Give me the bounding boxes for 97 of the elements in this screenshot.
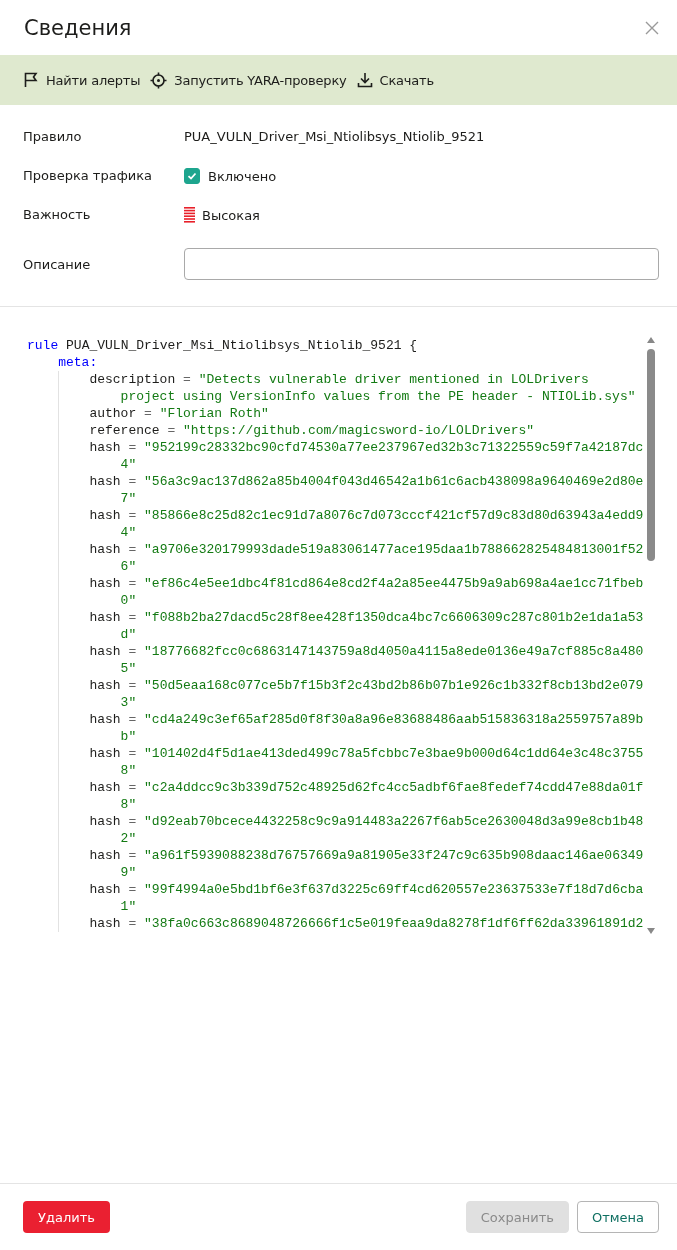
code-operator: = [144, 406, 152, 421]
code-operator: = [167, 423, 176, 438]
code-line: hash [89, 542, 121, 557]
code-line: hash [89, 848, 121, 863]
code-line: hash [89, 712, 121, 727]
code-line: reference [89, 423, 160, 438]
code-operator: = [183, 372, 191, 387]
scroll-down-icon[interactable] [647, 928, 655, 934]
code-operator: = [128, 780, 137, 795]
download-button[interactable]: Скачать [353, 68, 437, 92]
code-line: 7" [120, 491, 137, 506]
code-operator: = [128, 814, 137, 829]
check-icon [187, 171, 197, 181]
code-line: d" [120, 627, 137, 642]
delete-button[interactable]: Удалить [23, 1201, 110, 1233]
code-line: "cd4a249c3ef65af285d0f8f30a8a96e83688486aab515836318a2559757a89b [144, 712, 644, 727]
code-line: hash [89, 440, 121, 455]
code-line: "56a3c9ac137d862a85b4004f043d46542a1b61c6acb438098a9640469e2d80e [144, 474, 644, 489]
code-line: "https://github.com/magicsword-io/LOLDrivers" [183, 423, 535, 438]
checkbox[interactable] [184, 168, 200, 184]
code-line: description [89, 372, 176, 387]
field-label: Важность [23, 206, 92, 222]
code-line: hash [89, 610, 121, 625]
checkbox-label: Включено [208, 168, 277, 184]
code-operator: = [128, 644, 137, 659]
code-line: meta: [58, 355, 98, 370]
code-line: hash [89, 576, 121, 591]
code-line: 6" [120, 559, 137, 574]
code-line: 5" [120, 661, 137, 676]
code-operator: = [128, 678, 137, 693]
code-line: 4" [120, 457, 137, 472]
crosshair-icon [150, 71, 168, 89]
code-line: "38fa0c663c8689048726666f1c5e019feaa9da8278f1df6ff62da33961891d2 [144, 916, 644, 931]
run-check-button[interactable]: Запустить YARA-проверку [147, 67, 350, 93]
code-operator: = [128, 610, 137, 625]
code-line: 1" [120, 899, 137, 914]
code-line: hash [89, 474, 121, 489]
code-operator: = [128, 882, 137, 897]
code-line: 8" [120, 763, 137, 778]
code-line: "50d5eaa168c077ce5b7f15b3f2c43bd2b86b07b1e926c1b332f8cb13bd2e079 [144, 678, 644, 693]
severity-value: Высокая [202, 207, 260, 223]
code-line: 9" [120, 865, 137, 880]
code-operator: = [128, 848, 137, 863]
scroll-up-icon[interactable] [647, 337, 655, 343]
code-line: "a9706e320179993dade519a83061477ace195daa1b788662825484813001f52 [144, 542, 644, 557]
code-operator: = [128, 746, 137, 761]
code-line: b" [120, 729, 137, 744]
cancel-button[interactable]: Отмена [576, 1201, 659, 1233]
code-line: "ef86c4e5ee1dbc4f81cd864e8cd2f4a2a85ee4475b9a9ab698a4ae1cc71fbeb [144, 576, 644, 591]
code-operator: = [128, 542, 137, 557]
code-line: 3" [120, 695, 137, 710]
severity-icon [184, 207, 195, 223]
code-line: hash [89, 916, 121, 931]
code-operator: = [128, 576, 137, 591]
code-line: hash [89, 780, 121, 795]
code-line: author [89, 406, 137, 421]
code-line: "Florian Roth" [159, 406, 269, 421]
code-line: 8" [120, 797, 137, 812]
code-line: "101402d4f5d1ae413ded499c78a5fcbbc7e3bae9b000d64c1dd64e3c48c3755 [144, 746, 644, 761]
download-icon [356, 72, 373, 88]
code-line: 2" [120, 831, 137, 846]
code-line: "952199c28332bc90cfd74530a77ee237967ed32b3c71322559c59f7a42187dc [144, 440, 644, 455]
code-line: PUA_VULN_Driver_Msi_Ntiolibsys_Ntiolib_9521 [66, 338, 402, 353]
code-operator: = [128, 712, 137, 727]
code-line: "85866e8c25d82c1ec91d7a8076c7d073cccf421cf57d9c83d80d63943a4edd9 [144, 508, 644, 523]
find-alerts-button[interactable]: Найти алерты [20, 68, 144, 92]
code-line: hash [89, 678, 121, 693]
code-line: hash [89, 814, 121, 829]
description-field[interactable] [184, 248, 659, 280]
code-line: "f088b2ba27dacd5c28f8ee428f1350dca4bc7c6606309c287c801b2e1da1a53 [144, 610, 644, 625]
code-line: "Detects vulnerable driver mentioned in LOLDrivers [198, 372, 589, 387]
code-line: "18776682fcc0c6863147143759a8d4050a4115a8ede0136e49a7cf885c8a480 [144, 644, 644, 659]
code-line: "99f4994a0e5bd1bf6e3f637d3225c69ff4cd620557e23637533e7f18d7d6cba [144, 882, 644, 897]
code-operator: = [128, 916, 137, 931]
code-operator: = [128, 474, 137, 489]
flag-icon [23, 72, 39, 88]
code-line: { [409, 338, 418, 353]
field-label: Правило [23, 128, 83, 144]
code-line: hash [89, 882, 121, 897]
code-line: hash [89, 644, 121, 659]
code-line: 0" [120, 593, 137, 608]
code-line: project using VersionInfo values from the PE header - NTIOLib.sys" [120, 389, 636, 404]
code-line: "d92eab70bcece4432258c9c9a914483a2267f6ab5ce2630048d3a99e8cb1b48 [144, 814, 644, 829]
rule-name: PUA_VULN_Driver_Msi_Ntiolibsys_Ntiolib_9521 [184, 129, 485, 144]
code-line: "c2a4ddcc9c3b339d752c48925d62fc4cc5adbf6fae8fedef74cdd47e88da01f [144, 780, 644, 795]
field-label: Проверка трафика [23, 167, 154, 183]
dialog-title: Сведения [24, 15, 132, 40]
code-line: hash [89, 508, 121, 523]
field-label: Описание [23, 256, 92, 272]
scrollbar-thumb[interactable] [647, 349, 655, 561]
code-line: 4" [120, 525, 137, 540]
code-line: rule [27, 338, 59, 353]
close-icon[interactable] [645, 20, 659, 35]
code-line: hash [89, 746, 121, 761]
code-operator: = [128, 508, 137, 523]
code-operator: = [128, 440, 137, 455]
code-line: "a961f5939088238d76757669a9a81905e33f247c9c635b908daac146ae06349 [144, 848, 644, 863]
